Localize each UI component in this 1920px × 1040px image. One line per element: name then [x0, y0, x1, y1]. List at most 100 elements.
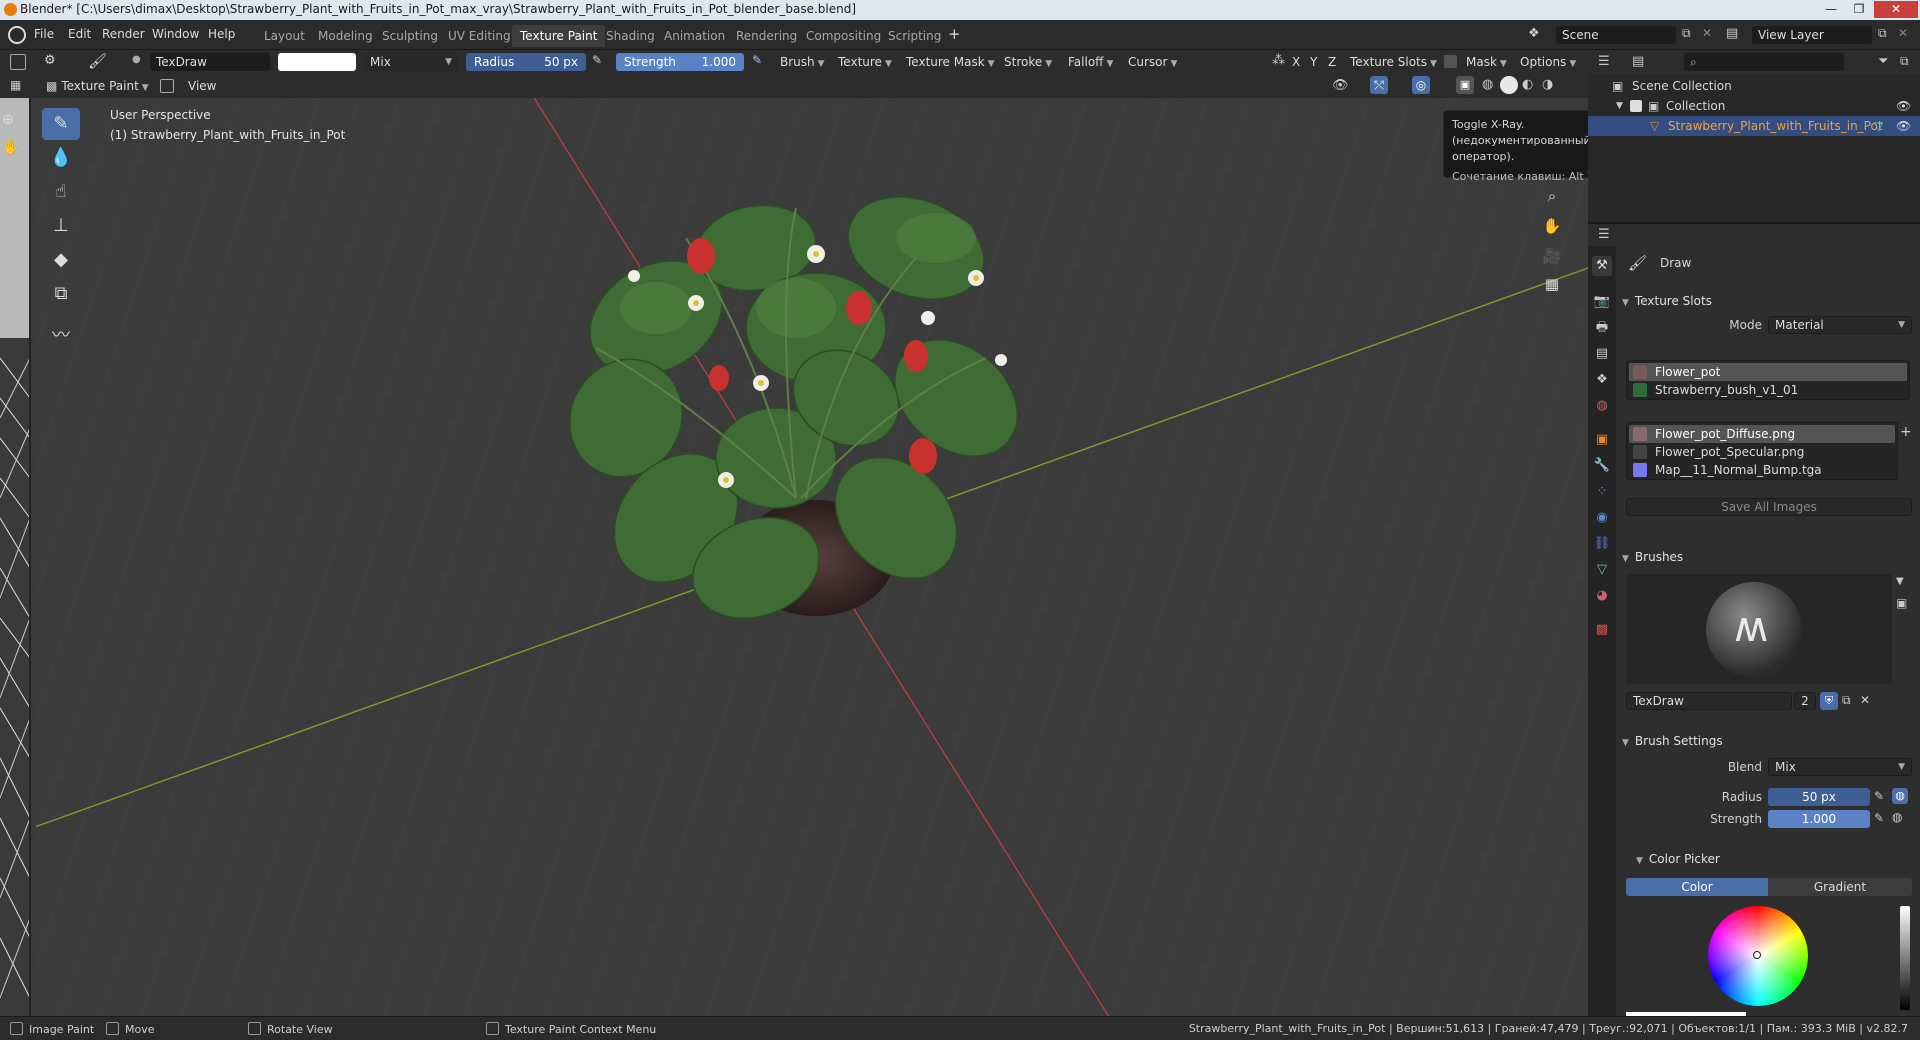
- texture-mask-menu[interactable]: Texture Mask ▼: [902, 53, 999, 71]
- tool-tab-icon[interactable]: ⚒: [1592, 256, 1612, 276]
- brush-menu[interactable]: Brush ▼: [776, 53, 829, 71]
- constraints-tab-icon[interactable]: ⛓: [1592, 534, 1612, 554]
- outliner-row-object[interactable]: ▽ Strawberry_Plant_with_Fruits_in_Pot ▽ …: [1588, 116, 1920, 136]
- mode-dropdown[interactable]: ▩ Texture Paint ▼: [42, 77, 153, 95]
- material-slot-strawberry[interactable]: Strawberry_bush_v1_01: [1629, 381, 1907, 399]
- physics-tab-icon[interactable]: ◉: [1592, 508, 1612, 528]
- outliner-row-scene-collection[interactable]: ▣ Scene Collection: [1588, 76, 1920, 96]
- radius-unit-icon[interactable]: ◍: [1892, 788, 1908, 804]
- fill-tool-icon[interactable]: ◆: [42, 244, 80, 276]
- maximize-button[interactable]: ❐: [1846, 1, 1872, 18]
- image-slot-normal[interactable]: Map__11_Normal_Bump.tga: [1629, 461, 1895, 479]
- strength-slider[interactable]: Strength 1.000: [616, 53, 744, 71]
- color-wheel[interactable]: [1708, 906, 1808, 1006]
- menu-file[interactable]: File: [34, 27, 54, 41]
- scene-field[interactable]: Scene: [1556, 26, 1676, 44]
- camera-icon[interactable]: 🎥: [1538, 242, 1566, 270]
- fake-user-icon[interactable]: ●: [132, 54, 141, 65]
- brush-name-field[interactable]: TexDraw: [150, 53, 270, 71]
- delete-view-layer-icon[interactable]: ✕: [1898, 26, 1908, 40]
- mirror-z-toggle[interactable]: Z: [1324, 53, 1340, 71]
- brush-radius-slider[interactable]: 50 px: [1768, 788, 1870, 806]
- world-tab-icon[interactable]: ◍: [1592, 396, 1612, 416]
- left-pan-icon[interactable]: ✋: [2, 140, 19, 156]
- cursor-menu[interactable]: Cursor ▼: [1124, 53, 1181, 71]
- blend-dropdown[interactable]: Mix ▼: [364, 53, 458, 71]
- tool-settings-icon[interactable]: ⚙: [44, 53, 56, 68]
- fake-user-shield-icon[interactable]: ⛨: [1820, 692, 1838, 710]
- color-picker-panel-header[interactable]: ▼ Color Picker: [1636, 848, 1920, 870]
- editor-grid-icon[interactable]: ▦: [10, 78, 21, 92]
- minimize-button[interactable]: —: [1818, 1, 1844, 18]
- gizmo-toggle-icon[interactable]: ⤲: [1370, 76, 1388, 94]
- material-shading-icon[interactable]: ◐: [1522, 77, 1533, 92]
- blender-menu-icon[interactable]: [8, 26, 26, 44]
- brush-preview-area[interactable]: ʍ: [1626, 574, 1892, 684]
- menu-help[interactable]: Help: [208, 27, 235, 41]
- slot-mode-dropdown[interactable]: Material ▼: [1768, 316, 1912, 334]
- solid-shading-icon[interactable]: [1500, 76, 1518, 94]
- unlink-brush-icon[interactable]: ✕: [1860, 693, 1870, 707]
- wireframe-shading-icon[interactable]: ◍: [1482, 77, 1493, 92]
- options-menu[interactable]: Options ▼: [1516, 53, 1580, 71]
- draw-tool-icon[interactable]: ✎: [42, 108, 80, 140]
- soften-tool-icon[interactable]: 💧: [42, 142, 80, 174]
- particles-tab-icon[interactable]: ⁘: [1592, 482, 1612, 502]
- tab-compositing[interactable]: Compositing: [798, 25, 889, 47]
- view-layer-field[interactable]: View Layer: [1752, 26, 1872, 44]
- tab-layout[interactable]: Layout: [256, 25, 313, 47]
- image-slot-diffuse[interactable]: Flower_pot_Diffuse.png: [1629, 425, 1895, 443]
- radius-slider[interactable]: Radius 50 px: [466, 53, 586, 71]
- outliner-editor-icon[interactable]: ☰: [1598, 54, 1610, 69]
- left-zoom-icon[interactable]: ⊕: [2, 112, 14, 128]
- clone-tool-icon[interactable]: ⊥: [42, 210, 80, 242]
- mask-menu[interactable]: Mask ▼: [1462, 53, 1511, 71]
- material-slot-flower-pot[interactable]: Flower_pot: [1629, 363, 1907, 381]
- output-tab-icon[interactable]: 🖶: [1592, 318, 1612, 338]
- menu-edit[interactable]: Edit: [68, 27, 91, 41]
- object-tab-icon[interactable]: ▣: [1592, 430, 1612, 450]
- overlays-toggle-icon[interactable]: ◎: [1412, 76, 1430, 94]
- new-view-layer-icon[interactable]: ⧉: [1878, 26, 1887, 41]
- add-workspace-button[interactable]: +: [948, 25, 961, 43]
- object-visibility-icon[interactable]: 👁: [1896, 116, 1911, 136]
- ortho-grid-icon[interactable]: ▦: [1538, 270, 1566, 298]
- duplicate-brush-icon[interactable]: ⧉: [1842, 693, 1851, 708]
- tab-scripting[interactable]: Scripting: [880, 25, 949, 47]
- mask-checkbox[interactable]: [1444, 55, 1457, 68]
- view-layer-tab-icon[interactable]: ▤: [1592, 344, 1612, 364]
- rendered-shading-icon[interactable]: ◑: [1542, 77, 1553, 92]
- brush-color-swatch[interactable]: [278, 53, 356, 71]
- new-collection-icon[interactable]: ⧉: [1900, 54, 1909, 69]
- strength-unit-icon[interactable]: ◍: [1892, 810, 1902, 824]
- tab-animation[interactable]: Animation: [656, 25, 733, 47]
- scene-tab-icon[interactable]: ❖: [1592, 370, 1612, 390]
- material-tab-icon[interactable]: ◕: [1592, 586, 1612, 606]
- mirror-y-toggle[interactable]: Y: [1306, 53, 1321, 71]
- data-tab-icon[interactable]: ▽: [1592, 560, 1612, 580]
- mask-tool-icon[interactable]: ⧉: [42, 278, 80, 310]
- annotate-tool-icon[interactable]: 〰: [42, 320, 80, 352]
- tab-modeling[interactable]: Modeling: [310, 25, 381, 47]
- strength-pen-pressure-icon[interactable]: ✎: [1874, 811, 1884, 825]
- brush-blend-dropdown[interactable]: Mix ▼: [1768, 758, 1912, 776]
- brush-settings-panel-header[interactable]: ▼ Brush Settings: [1622, 730, 1912, 752]
- menu-render[interactable]: Render: [102, 27, 145, 41]
- tab-texture-paint[interactable]: Texture Paint: [512, 25, 606, 47]
- brushes-panel-header[interactable]: ▼ Brushes: [1622, 546, 1912, 568]
- close-button[interactable]: ✕: [1874, 1, 1918, 18]
- brush-strength-slider[interactable]: 1.000: [1768, 810, 1870, 828]
- editor-type-icon[interactable]: [10, 54, 26, 70]
- mirror-x-toggle[interactable]: X: [1288, 53, 1304, 71]
- outliner-search-input[interactable]: ⌕: [1684, 53, 1844, 71]
- visibility-icon[interactable]: 👁: [1332, 78, 1349, 93]
- tab-sculpting[interactable]: Sculpting: [374, 25, 446, 47]
- color-wheel-cursor[interactable]: [1753, 951, 1761, 959]
- strength-pressure-icon[interactable]: ✎: [752, 53, 762, 67]
- tab-rendering[interactable]: Rendering: [728, 25, 805, 47]
- radius-pen-pressure-icon[interactable]: ✎: [1874, 789, 1884, 803]
- collection-expand-icon[interactable]: ▼: [1616, 96, 1623, 116]
- view-menu[interactable]: View: [184, 77, 220, 95]
- collection-visibility-icon[interactable]: 👁: [1896, 96, 1911, 116]
- stroke-menu[interactable]: Stroke ▼: [1000, 53, 1056, 71]
